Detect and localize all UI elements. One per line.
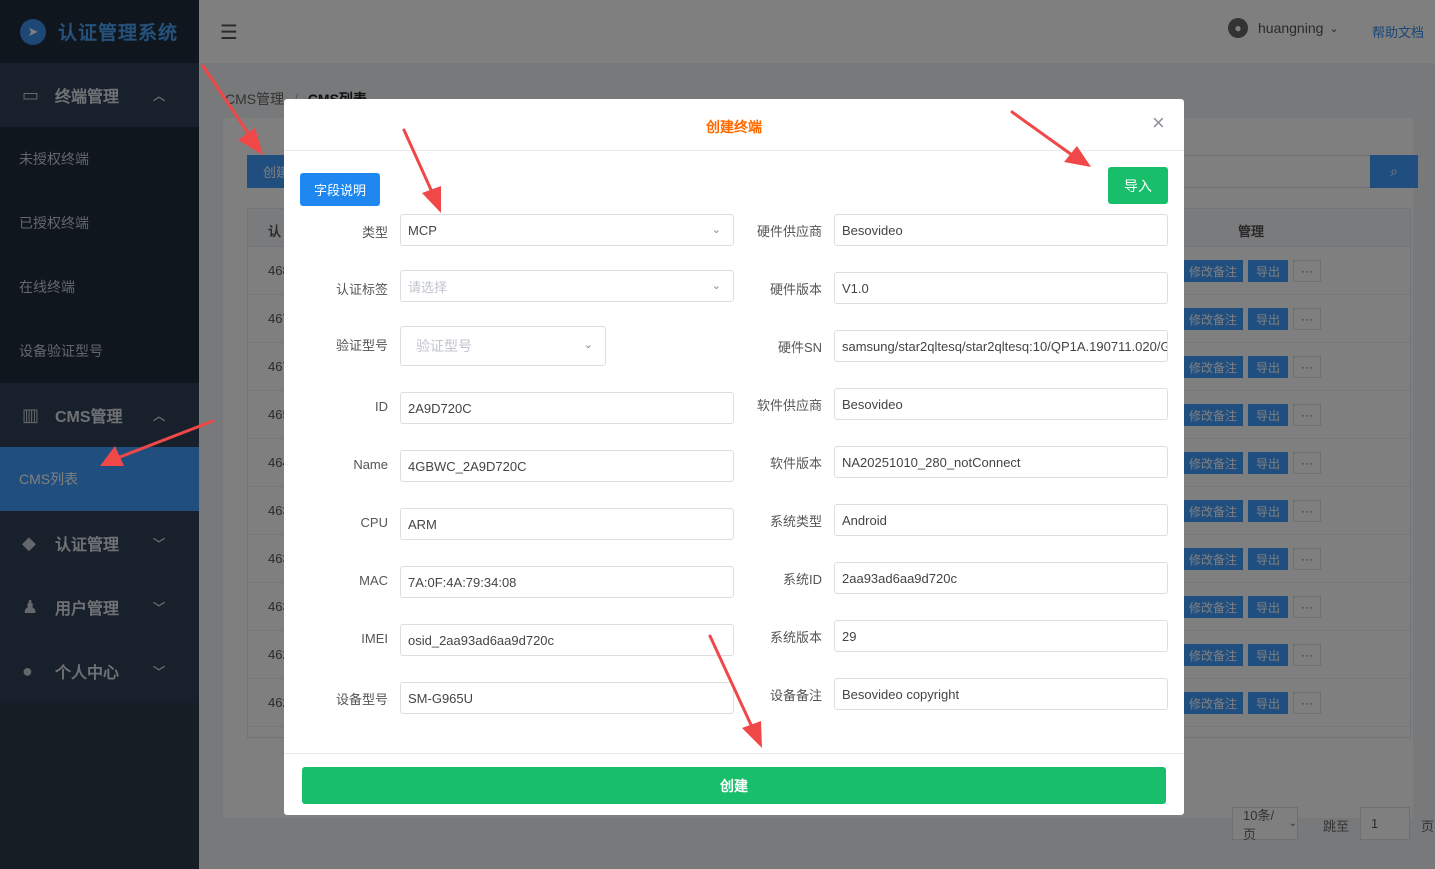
type-select-value: MCP (408, 222, 437, 238)
auth-tag-label: 认证标签 (335, 282, 388, 297)
imei-label: IMEI (361, 631, 388, 646)
cpu-label: CPU (360, 515, 388, 530)
cpu-input[interactable]: ARM (400, 508, 734, 540)
hw-vendor-input[interactable]: Besovideo (834, 214, 1168, 246)
type-select[interactable]: MCP ⌄ (400, 214, 734, 246)
id-input[interactable]: 2A9D720C (400, 392, 734, 424)
hw-sn-input[interactable]: samsung/star2qltesq/star2qltesq:10/QP1A.… (834, 330, 1168, 362)
type-label: 类型 (361, 225, 388, 240)
create-button[interactable]: 创建 (302, 767, 1166, 804)
chevron-down-icon: ⌄ (583, 339, 593, 351)
os-version-input[interactable]: 29 (834, 620, 1168, 652)
import-button[interactable]: 导入 (1108, 167, 1168, 204)
auth-tag-placeholder: 请选择 (408, 279, 448, 295)
device-note-input[interactable]: Besovideo copyright (834, 678, 1168, 710)
close-icon[interactable]: × (1152, 112, 1165, 134)
os-type-input[interactable]: Android (834, 504, 1168, 536)
id-label: ID (375, 399, 388, 414)
os-id-input[interactable]: 2aa93ad6aa9d720c (834, 562, 1168, 594)
verify-model-select[interactable]: 验证型号 ⌄ (400, 326, 606, 366)
device-note-label: 设备备注 (769, 688, 822, 703)
hw-sn-label: 硬件SN (777, 340, 822, 355)
create-terminal-modal: 创建终端 × 字段说明 导入 类型 MCP ⌄ 认证标签 请选择 ⌄ 验证型号 … (284, 99, 1184, 815)
auth-tag-select[interactable]: 请选择 ⌄ (400, 270, 734, 302)
os-type-label: 系统类型 (769, 514, 822, 529)
mac-label: MAC (359, 573, 388, 588)
modal-header: 创建终端 × (284, 99, 1184, 151)
sw-vendor-input[interactable]: Besovideo (834, 388, 1168, 420)
device-model-input[interactable]: SM-G965U (400, 682, 734, 714)
os-version-label: 系统版本 (769, 630, 822, 645)
field-description-button[interactable]: 字段说明 (300, 173, 380, 206)
name-label: Name (353, 457, 388, 472)
modal-title: 创建终端 (706, 119, 762, 135)
imei-input[interactable]: osid_2aa93ad6aa9d720c (400, 624, 734, 656)
chevron-down-icon: ⌄ (711, 280, 721, 292)
os-id-label: 系统ID (782, 572, 822, 587)
hw-version-input[interactable]: V1.0 (834, 272, 1168, 304)
hw-version-label: 硬件版本 (769, 282, 822, 297)
chevron-down-icon: ⌄ (711, 224, 721, 236)
sw-vendor-label: 软件供应商 (756, 398, 822, 413)
device-model-label: 设备型号 (335, 692, 388, 707)
verify-model-placeholder: 验证型号 (416, 338, 472, 354)
hw-vendor-label: 硬件供应商 (756, 224, 822, 239)
mac-input[interactable]: 7A:0F:4A:79:34:08 (400, 566, 734, 598)
verify-model-label: 验证型号 (335, 338, 388, 353)
sw-version-input[interactable]: NA20251010_280_notConnect (834, 446, 1168, 478)
name-input[interactable]: 4GBWC_2A9D720C (400, 450, 734, 482)
sw-version-label: 软件版本 (769, 456, 822, 471)
